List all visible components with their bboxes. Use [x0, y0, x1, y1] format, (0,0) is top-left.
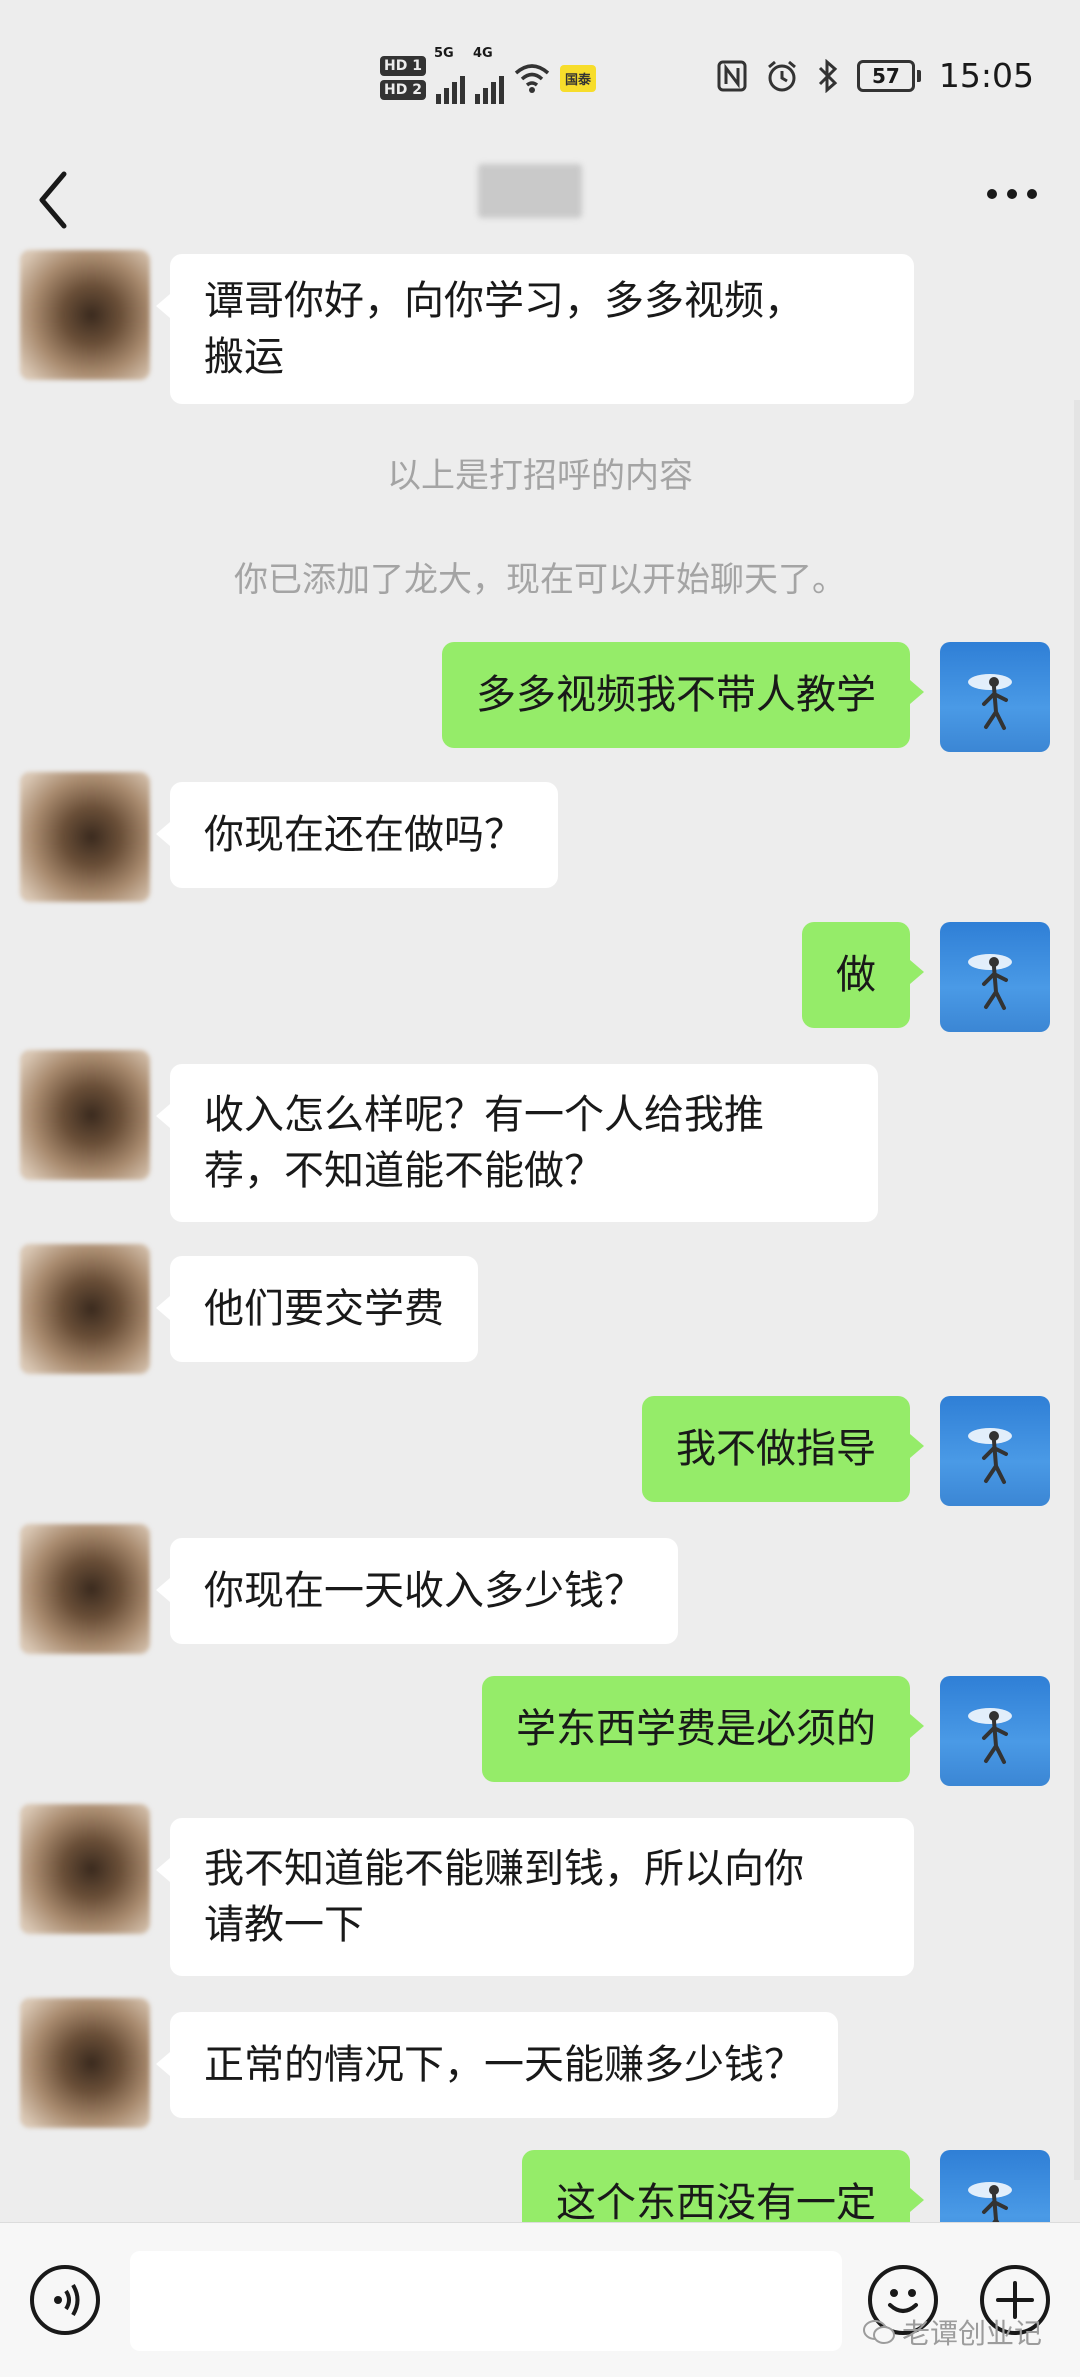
chat-area: 谭哥你好，向你学习，多多视频， 搬运 以上是打招呼的内容 你已添加了龙大，现在可…	[0, 0, 1080, 2222]
message-bubble-incoming[interactable]: 我不知道能不能赚到钱，所以向你 请教一下	[156, 1818, 914, 1976]
watermark: 老谭创业记	[862, 2312, 1042, 2352]
contact-avatar[interactable]	[20, 1050, 150, 1180]
message-bubble-outgoing[interactable]: 学东西学费是必须的	[482, 1676, 924, 1782]
alarm-icon	[767, 60, 796, 91]
message-text: 荐，不知道能不能做？	[204, 1148, 604, 1194]
contact-avatar[interactable]	[20, 772, 150, 902]
my-avatar[interactable]	[940, 2150, 1050, 2222]
message-bubble-outgoing[interactable]: 这个东西没有一定	[522, 2150, 924, 2222]
scrollbar[interactable]	[1074, 400, 1080, 2180]
chat-title-blurred	[478, 164, 582, 218]
message-bubble-incoming[interactable]: 你现在还在做吗？	[156, 782, 558, 888]
message-bubble-outgoing[interactable]: 我不做指导	[642, 1396, 924, 1502]
my-avatar[interactable]	[940, 642, 1050, 752]
battery-icon: 57	[856, 59, 921, 92]
message-bubble-outgoing[interactable]: 做	[802, 922, 924, 1028]
status-right: 57 15:05	[717, 56, 1034, 95]
my-avatar[interactable]	[940, 922, 1050, 1032]
wifi-icon	[514, 64, 550, 93]
contact-avatar[interactable]	[20, 1244, 150, 1374]
status-left: HD 1 HD 2 5G 4G 国泰	[380, 46, 596, 104]
chevron-left-icon[interactable]	[30, 168, 78, 232]
clock: 15:05	[938, 56, 1034, 95]
carrier-tag: 国泰	[559, 64, 596, 92]
my-avatar[interactable]	[940, 1676, 1050, 1786]
status-bar: HD 1 HD 2 5G 4G 国泰 57 15:05	[0, 0, 1080, 150]
message-bubble-incoming[interactable]: 你现在一天收入多少钱？	[156, 1538, 678, 1644]
nfc-icon	[717, 60, 747, 91]
message-bubble-incoming[interactable]: 他们要交学费	[156, 1256, 478, 1362]
message-bubble-outgoing[interactable]: 多多视频我不带人教学	[442, 642, 924, 748]
system-message: 以上是打招呼的内容	[387, 456, 693, 496]
message-input[interactable]	[130, 2251, 842, 2351]
nav-bar	[0, 150, 1080, 250]
message-bubble-incoming[interactable]: 谭哥你好，向你学习，多多视频， 搬运	[156, 254, 914, 404]
voice-icon[interactable]	[30, 2265, 100, 2335]
battery-level: 57	[856, 59, 915, 92]
message-text: 请教一下	[204, 1902, 364, 1948]
hd1-badge: HD 1	[380, 56, 426, 76]
more-dots-icon[interactable]	[982, 174, 1042, 214]
contact-avatar[interactable]	[20, 1804, 150, 1934]
signal-4g-icon: 4G	[473, 46, 504, 104]
hd2-badge: HD 2	[380, 80, 426, 100]
message-text: 收入怎么样呢？有一个人给我推	[204, 1092, 764, 1138]
bluetooth-icon	[818, 58, 838, 93]
input-bar	[0, 2222, 1080, 2377]
message-bubble-incoming[interactable]: 正常的情况下，一天能赚多少钱？	[156, 2012, 838, 2118]
contact-avatar[interactable]	[20, 1998, 150, 2128]
wechat-logo-icon	[863, 2320, 895, 2344]
system-message: 你已添加了龙大，现在可以开始聊天了。	[234, 560, 846, 600]
message-text: 我不知道能不能赚到钱，所以向你	[204, 1846, 804, 1892]
watermark-text: 老谭创业记	[902, 2317, 1043, 2350]
contact-avatar[interactable]	[20, 250, 150, 380]
message-bubble-incoming[interactable]: 收入怎么样呢？有一个人给我推 荐，不知道能不能做？	[156, 1064, 878, 1222]
hd-indicator: HD 1 HD 2	[380, 56, 426, 100]
contact-avatar[interactable]	[20, 1524, 150, 1654]
message-text: 谭哥你好，向你学习，多多视频，	[204, 278, 804, 324]
my-avatar[interactable]	[940, 1396, 1050, 1506]
message-text: 搬运	[204, 334, 284, 380]
signal-5g-icon: 5G	[434, 46, 465, 104]
